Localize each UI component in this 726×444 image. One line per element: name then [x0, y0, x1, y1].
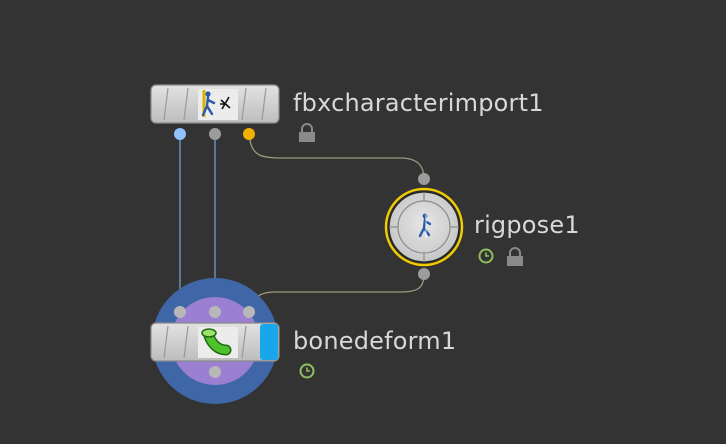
node-label-rigpose1[interactable]: rigpose1	[474, 211, 580, 239]
lock-icon[interactable]	[299, 123, 315, 142]
display-flag[interactable]	[260, 324, 278, 360]
time-dependent-clock-icon[interactable]	[299, 363, 315, 379]
wire-rigpose-to-bonedeform[interactable]	[248, 273, 425, 313]
node-fbxcharacterimport1[interactable]	[150, 84, 315, 142]
node-bonedeform1[interactable]	[150, 278, 315, 404]
lock-icon[interactable]	[507, 247, 523, 266]
output-port-orange[interactable]	[243, 128, 255, 140]
node-label-bonedeform1[interactable]: bonedeform1	[293, 327, 456, 355]
output-port-gray[interactable]	[209, 128, 221, 140]
input-port-1[interactable]	[174, 306, 186, 318]
output-port[interactable]	[209, 366, 221, 378]
wire-fbx-to-rigpose[interactable]	[248, 133, 425, 180]
output-port[interactable]	[418, 268, 430, 280]
fbx-character-import-icon	[198, 89, 238, 120]
input-port[interactable]	[418, 173, 430, 185]
node-network-canvas[interactable]	[0, 0, 726, 444]
input-port-2[interactable]	[209, 306, 221, 318]
input-port-3[interactable]	[243, 306, 255, 318]
time-dependent-clock-icon[interactable]	[478, 248, 494, 264]
node-label-fbxcharacterimport1[interactable]: fbxcharacterimport1	[293, 89, 544, 117]
bone-deform-icon	[198, 327, 238, 358]
output-port-blue[interactable]	[174, 128, 186, 140]
